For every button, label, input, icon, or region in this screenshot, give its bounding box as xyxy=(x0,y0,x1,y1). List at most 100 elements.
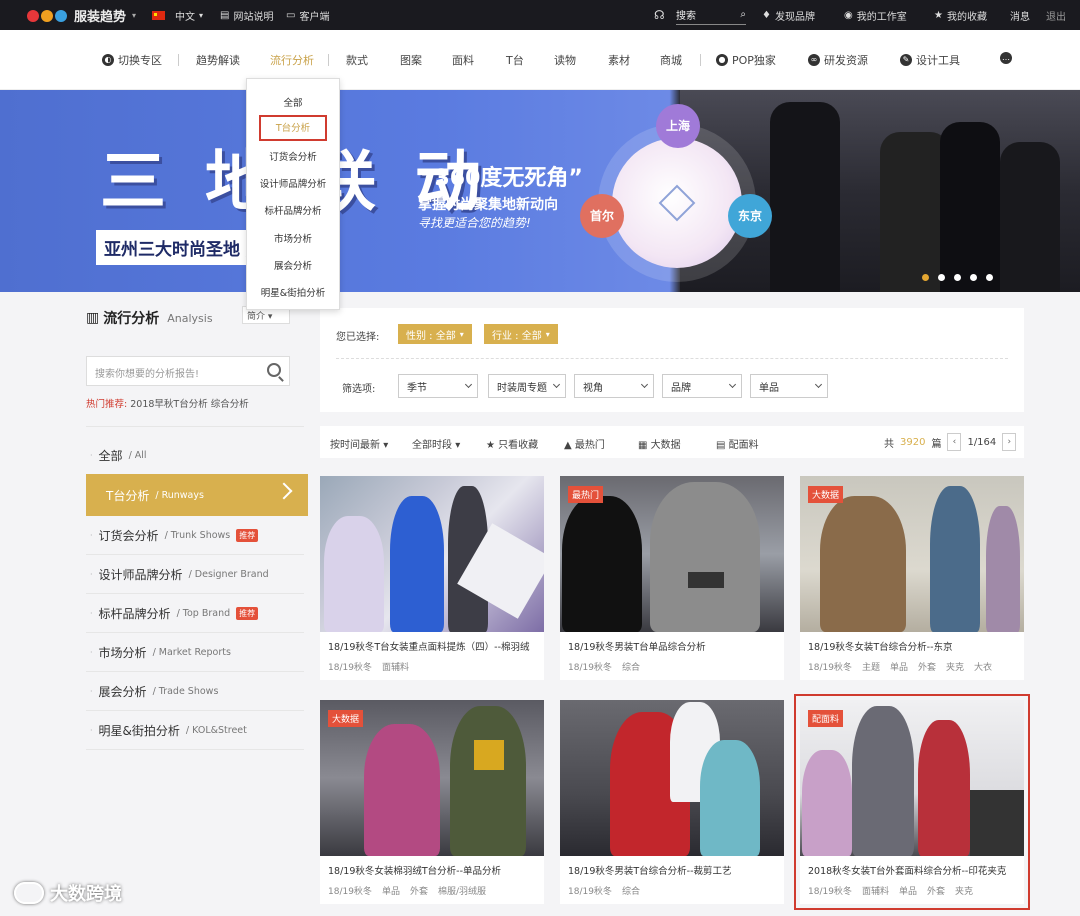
logo-dropdown-icon[interactable]: ▾ xyxy=(132,11,136,20)
card-title[interactable]: 18/19秋冬男装T台单品综合分析 xyxy=(568,639,778,653)
filter-tag-industry[interactable]: 行业 : 全部 ▾ xyxy=(484,324,558,344)
fabric-toggle[interactable]: ▤ 配面料 xyxy=(716,436,759,451)
card-tag[interactable]: 面辅料 xyxy=(382,660,409,673)
dropdown-item-market[interactable]: 市场分析 xyxy=(247,231,339,245)
dropdown-item-designer[interactable]: 设计师品牌分析 xyxy=(247,176,339,190)
card-title[interactable]: 2018秋冬女装T台外套面料综合分析--印花夹克 xyxy=(808,863,1018,877)
carousel-dot[interactable] xyxy=(938,274,945,281)
dropdown-item-runway[interactable]: T台分析 xyxy=(259,115,327,141)
report-card[interactable]: 18/19秋冬T台女装重点面料提炼（四）--棉羽绒 18/19秋冬 面辅料 xyxy=(320,476,544,680)
nav-store[interactable]: 商城 xyxy=(660,52,682,68)
client-link[interactable]: ▭ 客户端 xyxy=(286,8,329,23)
dropdown-item-trade[interactable]: 展会分析 xyxy=(247,258,339,272)
card-tag[interactable]: 夹克 xyxy=(946,660,964,673)
card-tag[interactable]: 综合 xyxy=(622,884,640,897)
nav-research[interactable]: ∞ 研发资源 xyxy=(808,52,868,68)
prev-page-button[interactable]: ‹ xyxy=(947,433,962,451)
card-title[interactable]: 18/19秋冬女装T台综合分析--东京 xyxy=(808,639,1018,653)
bigdata-toggle[interactable]: ▦ 大数据 xyxy=(638,436,681,451)
card-tag[interactable]: 单品 xyxy=(890,660,908,673)
sidebar-item-market[interactable]: · 市场分析 / Market Reports xyxy=(86,633,304,671)
report-search-input[interactable]: 搜索你想要的分析报告! xyxy=(86,356,290,386)
sidebar-item-topbrand[interactable]: · 标杆品牌分析 / Top Brand 推荐 xyxy=(86,594,304,632)
card-tag[interactable]: 棉服/羽绒服 xyxy=(438,884,486,897)
sidebar-item-kol[interactable]: · 明星&街拍分析 / KOL&Street xyxy=(86,711,304,749)
card-tag[interactable]: 18/19秋冬 xyxy=(808,660,852,673)
sidebar-item-all[interactable]: · 全部 / All xyxy=(86,436,304,474)
top-search[interactable]: 搜索 ⌕ xyxy=(676,5,746,25)
carousel-dot[interactable] xyxy=(954,274,961,281)
card-tag[interactable]: 主题 xyxy=(862,660,880,673)
card-tag[interactable]: 单品 xyxy=(899,884,917,897)
report-card[interactable]: 最热门 18/19秋冬男装T台单品综合分析 18/19秋冬 综合 xyxy=(560,476,784,680)
language-selector[interactable]: 中文 ▾ xyxy=(152,8,203,23)
dropdown-item-topbrand[interactable]: 标杆品牌分析 xyxy=(247,203,339,217)
card-title[interactable]: 18/19秋冬T台女装重点面料提炼（四）--棉羽绒 xyxy=(328,639,538,653)
sort-by-time[interactable]: 按时间最新 ▾ xyxy=(330,436,388,451)
search-icon[interactable] xyxy=(267,363,281,377)
select-brand[interactable]: 品牌 xyxy=(662,374,742,398)
nav-patterns[interactable]: 图案 xyxy=(400,52,422,68)
hot-links[interactable]: 2018早秋T台分析 综合分析 xyxy=(130,399,249,410)
dropdown-item-all[interactable]: 全部 xyxy=(247,95,339,109)
card-tag[interactable]: 外套 xyxy=(410,884,428,897)
nav-materials[interactable]: 素材 xyxy=(608,52,630,68)
next-page-button[interactable]: › xyxy=(1002,433,1017,451)
card-tag[interactable]: 夹克 xyxy=(955,884,973,897)
headset-icon[interactable]: ☊ xyxy=(654,8,665,22)
search-icon[interactable]: ⌕ xyxy=(740,9,746,20)
search-input[interactable]: 搜索 xyxy=(676,7,696,22)
only-favorites-toggle[interactable]: ★ 只看收藏 xyxy=(486,436,538,451)
report-card[interactable]: 18/19秋冬男装T台综合分析--裁剪工艺 18/19秋冬 综合 xyxy=(560,700,784,904)
card-tag[interactable]: 外套 xyxy=(918,660,936,673)
nav-styles[interactable]: 款式 xyxy=(346,52,368,68)
select-season[interactable]: 季节 xyxy=(398,374,478,398)
messages-link[interactable]: 消息 xyxy=(1010,8,1030,23)
card-tag[interactable]: 18/19秋冬 xyxy=(328,660,372,673)
hottest-toggle[interactable]: ▲ 最热门 xyxy=(564,436,605,451)
nav-runway[interactable]: T台 xyxy=(506,52,524,68)
card-tag[interactable]: 18/19秋冬 xyxy=(328,884,372,897)
card-tag[interactable]: 大衣 xyxy=(974,660,992,673)
nav-pop-exclusive[interactable]: ● POP独家 xyxy=(716,52,776,68)
nav-trend[interactable]: 趋势解读 xyxy=(196,52,240,68)
nav-books[interactable]: 读物 xyxy=(554,52,576,68)
card-tag[interactable]: 综合 xyxy=(622,660,640,673)
sidebar-item-runway[interactable]: T台分析 / Runways xyxy=(86,474,308,516)
logo[interactable]: 服装趋势 ▾ xyxy=(26,6,136,25)
card-tag[interactable]: 18/19秋冬 xyxy=(808,884,852,897)
discover-brand-link[interactable]: ♦ 发现品牌 xyxy=(762,8,815,23)
period-select[interactable]: 全部时段 ▾ xyxy=(412,436,460,451)
site-intro-link[interactable]: ▤ 网站说明 xyxy=(220,8,273,23)
favorites-link[interactable]: ★ 我的收藏 xyxy=(934,8,987,23)
more-icon[interactable]: … xyxy=(1000,52,1012,64)
select-item[interactable]: 单品 xyxy=(750,374,828,398)
card-title[interactable]: 18/19秋冬女装棉羽绒T台分析--单品分析 xyxy=(328,863,538,877)
hero-banner[interactable]: 三 地 联 动 亚州三大时尚圣地 /东京 “360度无死角” 掌握时尚聚集地新动… xyxy=(0,90,1080,292)
nav-design-tools[interactable]: ✎ 设计工具 xyxy=(900,52,960,68)
card-tag[interactable]: 外套 xyxy=(927,884,945,897)
carousel-dot[interactable] xyxy=(986,274,993,281)
card-tag[interactable]: 面辅料 xyxy=(862,884,889,897)
select-view[interactable]: 视角 xyxy=(574,374,654,398)
sidebar-item-trunk[interactable]: · 订货会分析 / Trunk Shows 推荐 xyxy=(86,516,304,554)
card-tag[interactable]: 18/19秋冬 xyxy=(568,884,612,897)
nav-switch-zone[interactable]: ◐ 切换专区 xyxy=(102,52,162,68)
sidebar-item-trade[interactable]: · 展会分析 / Trade Shows xyxy=(86,672,304,710)
workspace-link[interactable]: ◉ 我的工作室 xyxy=(844,8,907,23)
carousel-dot[interactable] xyxy=(922,274,929,281)
card-tag[interactable]: 单品 xyxy=(382,884,400,897)
report-card-highlighted[interactable]: 配面料 2018秋冬女装T台外套面料综合分析--印花夹克 18/19秋冬 面辅料… xyxy=(794,694,1030,910)
card-title[interactable]: 18/19秋冬男装T台综合分析--裁剪工艺 xyxy=(568,863,778,877)
report-card[interactable]: 大数据 18/19秋冬女装棉羽绒T台分析--单品分析 18/19秋冬 单品 外套… xyxy=(320,700,544,904)
dropdown-item-kol[interactable]: 明星&街拍分析 xyxy=(247,285,339,299)
sidebar-item-designer[interactable]: · 设计师品牌分析 / Designer Brand xyxy=(86,555,304,593)
dropdown-item-trunk[interactable]: 订货会分析 xyxy=(247,149,339,163)
nav-fabrics[interactable]: 面料 xyxy=(452,52,474,68)
report-card[interactable]: 大数据 18/19秋冬女装T台综合分析--东京 18/19秋冬 主题 单品 外套… xyxy=(800,476,1024,680)
nav-analysis[interactable]: 流行分析 xyxy=(270,52,314,68)
filter-tag-gender[interactable]: 性别 : 全部 ▾ xyxy=(398,324,472,344)
card-tag[interactable]: 18/19秋冬 xyxy=(568,660,612,673)
logout-link[interactable]: 退出 xyxy=(1046,8,1066,23)
select-fashion-week[interactable]: 时装周专题 xyxy=(488,374,566,398)
